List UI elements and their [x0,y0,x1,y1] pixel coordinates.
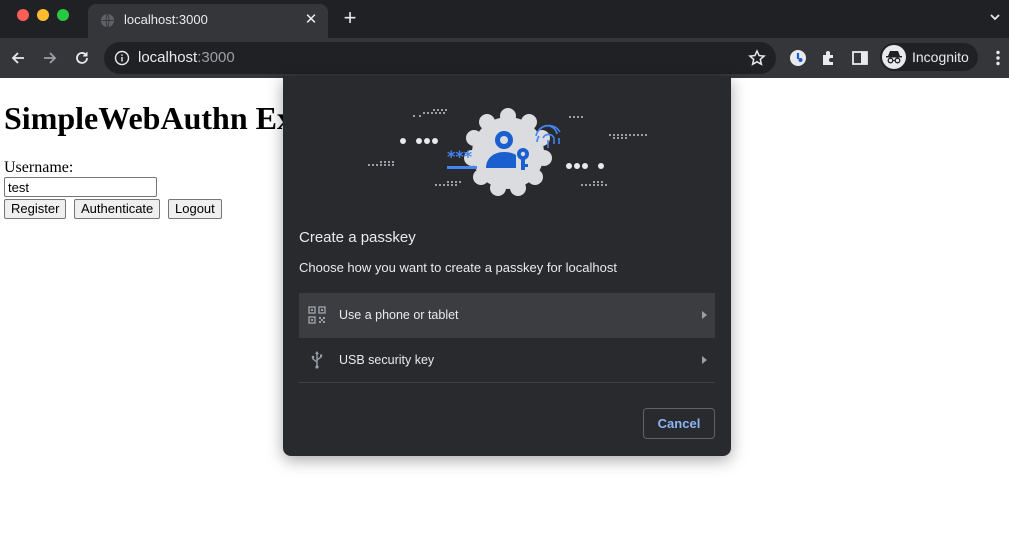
globe-icon [100,13,115,28]
username-label: Username: [4,159,74,176]
username-input[interactable] [4,177,157,197]
chevron-right-icon [702,356,707,364]
browser-toolbar: localhost:3000 Incognito [0,38,1009,78]
profile-label: Incognito [912,49,969,65]
chevron-right-icon [702,311,707,319]
incognito-icon [882,45,906,69]
passkey-dialog: *** Create a passkey Choose how you want… [283,76,731,456]
dialog-title: Create a passkey [299,229,416,246]
url-port: :3000 [197,49,235,66]
back-icon[interactable] [8,48,28,68]
forward-icon[interactable] [40,48,60,68]
qr-code-icon [308,306,326,324]
info-icon[interactable] [114,50,130,66]
cancel-button[interactable]: Cancel [643,408,715,439]
new-tab-button[interactable]: + [340,6,360,30]
close-window-button[interactable] [17,9,29,21]
tab-close-icon[interactable]: ✕ [302,10,320,28]
option-label: USB security key [339,353,435,367]
maximize-window-button[interactable] [57,9,69,21]
url-host: localhost [138,49,198,66]
usb-icon [311,351,323,369]
option-label: Use a phone or tablet [339,308,459,322]
passkey-illustration: *** [368,108,647,196]
star-icon[interactable] [748,49,766,67]
page-title: SimpleWebAuthn Ex [4,100,293,136]
url-text[interactable]: localhost:3000 [138,49,235,66]
extensions-icon[interactable] [819,48,839,68]
reload-icon[interactable] [72,48,92,68]
password-manager-icon[interactable] [788,48,808,68]
profile-button[interactable]: Incognito [880,43,978,71]
dialog-description: Choose how you want to create a passkey … [299,260,617,275]
tab-title: localhost:3000 [124,12,208,27]
option-phone-or-tablet[interactable]: Use a phone or tablet [299,293,715,338]
browser-tab[interactable]: localhost:3000 ✕ [88,4,328,38]
more-menu-icon[interactable] [988,48,1008,68]
authenticate-button[interactable]: Authenticate [74,199,161,219]
option-usb-security-key[interactable]: USB security key [299,338,715,383]
register-button[interactable]: Register [4,199,67,219]
chevron-down-icon[interactable] [989,11,1001,23]
address-bar[interactable]: localhost:3000 [104,42,776,74]
tab-strip: localhost:3000 ✕ + [0,0,1009,38]
minimize-window-button[interactable] [37,9,49,21]
side-panel-icon[interactable] [850,48,870,68]
logout-button[interactable]: Logout [168,199,222,219]
svg-text:***: *** [447,147,473,166]
